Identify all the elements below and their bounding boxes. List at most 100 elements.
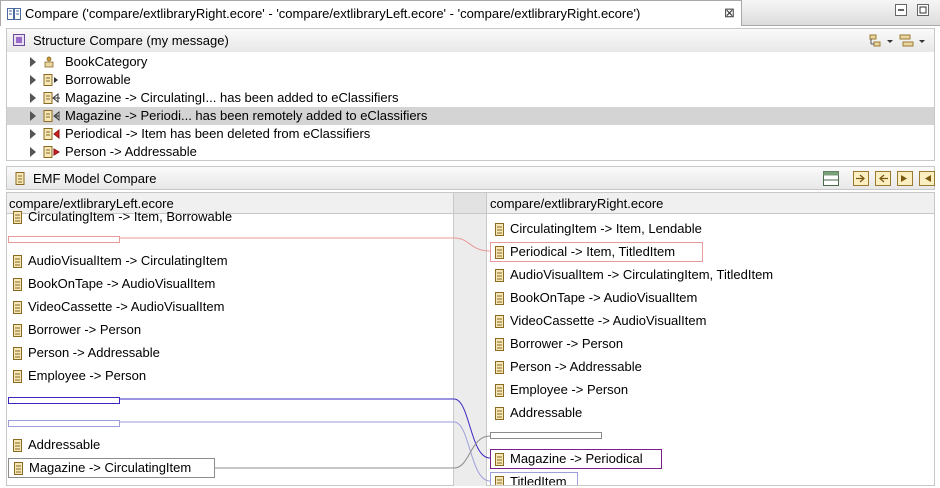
expand-arrow-icon[interactable] (30, 75, 36, 85)
item-label: Magazine -> CirculatingItem (29, 460, 192, 475)
item-label: Person -> Addressable (510, 359, 642, 374)
left-item-employee[interactable]: Employee -> Person (7, 366, 447, 386)
tree-item-periodical-deleted[interactable]: Periodical -> Item has been deleted from… (7, 125, 934, 143)
item-label: Person -> Addressable (28, 345, 160, 360)
left-item-magazine[interactable]: Magazine -> CirculatingItem (8, 458, 215, 478)
left-item-circulatingitem[interactable]: CirculatingItem -> Item, Borrowable (7, 207, 447, 227)
copy-all-right-to-left-icon[interactable] (874, 170, 892, 187)
class-change-icon (43, 74, 58, 86)
item-label: CirculatingItem -> Item, Lendable (510, 221, 702, 236)
structure-tree[interactable]: BookCategory Borrowable Magazine -> Circ… (6, 52, 935, 161)
tree-item-magazine-added[interactable]: Magazine -> CirculatingI... has been add… (7, 89, 934, 107)
left-item-borrower[interactable]: Borrower -> Person (7, 320, 447, 340)
expand-filter-icon[interactable] (868, 33, 894, 49)
left-model-pane[interactable]: compare/extlibraryLeft.ecore Circulating… (6, 192, 454, 486)
class-icon (13, 439, 22, 452)
tree-item-label: Person -> Addressable (65, 144, 197, 159)
diff-gutter (454, 192, 486, 486)
item-label: Magazine -> Periodical (510, 451, 643, 466)
right-model-pane[interactable]: compare/extlibraryRight.ecore Circulatin… (486, 192, 935, 486)
emf-toolbar (822, 169, 935, 189)
left-item-videocassette[interactable]: VideoCassette -> AudioVisualItem (7, 297, 447, 317)
minimize-icon[interactable] (895, 4, 907, 16)
right-item-person[interactable]: Person -> Addressable (489, 357, 929, 377)
class-icon (495, 223, 504, 236)
right-item-borrower[interactable]: Borrower -> Person (489, 334, 929, 354)
class-icon (13, 255, 22, 268)
tree-item-borrowable[interactable]: Borrowable (7, 71, 934, 89)
structure-toolbar (868, 32, 928, 50)
deleted-placeholder-marker[interactable] (8, 236, 120, 243)
previous-difference-icon[interactable] (918, 170, 936, 187)
item-label: VideoCassette -> AudioVisualItem (28, 299, 225, 314)
class-icon (13, 347, 22, 360)
right-item-magazine[interactable]: Magazine -> Periodical (490, 449, 662, 469)
tree-item-person[interactable]: Person -> Addressable (7, 143, 934, 161)
item-label: BookOnTape -> AudioVisualItem (510, 290, 698, 305)
neutral-placeholder-marker[interactable] (490, 432, 602, 439)
item-label: CirculatingItem -> Item, Borrowable (28, 209, 233, 224)
class-delete-icon (43, 128, 60, 140)
class-icon (495, 476, 504, 485)
model-class-icon (15, 172, 25, 185)
item-label: AudioVisualItem -> CirculatingItem, Titl… (510, 267, 774, 282)
class-add-icon (43, 92, 60, 104)
item-label: TitledItem (510, 474, 567, 486)
tree-item-label: BookCategory (65, 54, 148, 69)
close-icon[interactable]: ⊠ (724, 5, 735, 21)
right-item-periodical[interactable]: Periodical -> Item, TitledItem (490, 242, 703, 262)
maximize-icon[interactable] (917, 4, 929, 16)
class-icon (495, 407, 504, 420)
tree-item-label: Magazine -> Periodi... has been remotely… (65, 108, 428, 123)
item-label: VideoCassette -> AudioVisualItem (510, 313, 707, 328)
left-item-person[interactable]: Person -> Addressable (7, 343, 447, 363)
right-item-videocassette[interactable]: VideoCassette -> AudioVisualItem (489, 311, 929, 331)
next-difference-icon[interactable] (896, 170, 914, 187)
class-icon (13, 324, 22, 337)
class-icon (13, 370, 22, 383)
class-icon (495, 269, 504, 282)
right-item-bookontape[interactable]: BookOnTape -> AudioVisualItem (489, 288, 929, 308)
added-placeholder-marker[interactable] (8, 420, 120, 427)
item-label: AudioVisualItem -> CirculatingItem (28, 253, 228, 268)
editor-tab[interactable]: Compare ('compare/extlibraryRight.ecore'… (0, 0, 742, 26)
structure-compare-header: Structure Compare (my message) (6, 28, 935, 52)
left-item-addressable[interactable]: Addressable (7, 435, 447, 455)
class-icon (14, 462, 23, 475)
tree-item-label: Periodical -> Item has been deleted from… (65, 126, 371, 141)
right-item-circulatingitem[interactable]: CirculatingItem -> Item, Lendable (489, 219, 929, 239)
left-item-bookontape[interactable]: BookOnTape -> AudioVisualItem (7, 274, 447, 294)
tree-item-bookcategory[interactable]: BookCategory (7, 53, 934, 71)
class-icon (13, 278, 22, 291)
right-item-titleditem[interactable]: TitledItem (490, 472, 578, 486)
tree-item-label: Magazine -> CirculatingI... has been add… (65, 90, 399, 105)
class-remote-add-icon (43, 110, 60, 122)
toggle-layout-icon[interactable] (822, 170, 840, 187)
remote-added-placeholder-marker[interactable] (8, 397, 120, 404)
item-label: Addressable (28, 437, 101, 452)
class-icon (13, 211, 22, 224)
item-label: Borrower -> Person (510, 336, 624, 351)
item-label: Employee -> Person (28, 368, 147, 383)
item-label: Borrower -> Person (28, 322, 142, 337)
emf-compare-header: EMF Model Compare (6, 166, 935, 190)
structure-compare-title: Structure Compare (my message) (33, 33, 229, 48)
item-label: Periodical -> Item, TitledItem (510, 244, 676, 259)
tree-item-label: Borrowable (65, 72, 131, 87)
tree-item-magazine-remote-added[interactable]: Magazine -> Periodi... has been remotely… (7, 107, 934, 125)
right-item-audiovisualitem[interactable]: AudioVisualItem -> CirculatingItem, Titl… (489, 265, 929, 285)
expand-arrow-icon[interactable] (30, 57, 36, 67)
expand-arrow-icon[interactable] (30, 93, 36, 103)
expand-arrow-icon[interactable] (30, 111, 36, 121)
right-item-employee[interactable]: Employee -> Person (489, 380, 929, 400)
class-icon (495, 315, 504, 328)
gutter-header (454, 193, 486, 214)
left-item-audiovisualitem[interactable]: AudioVisualItem -> CirculatingItem (7, 251, 447, 271)
enum-icon (44, 56, 54, 68)
expand-arrow-icon[interactable] (30, 147, 36, 157)
expand-arrow-icon[interactable] (30, 129, 36, 139)
copy-all-left-to-right-icon[interactable] (852, 170, 870, 187)
merge-options-icon[interactable] (898, 33, 926, 49)
right-item-addressable[interactable]: Addressable (489, 403, 929, 423)
class-conflict-icon (43, 146, 60, 158)
